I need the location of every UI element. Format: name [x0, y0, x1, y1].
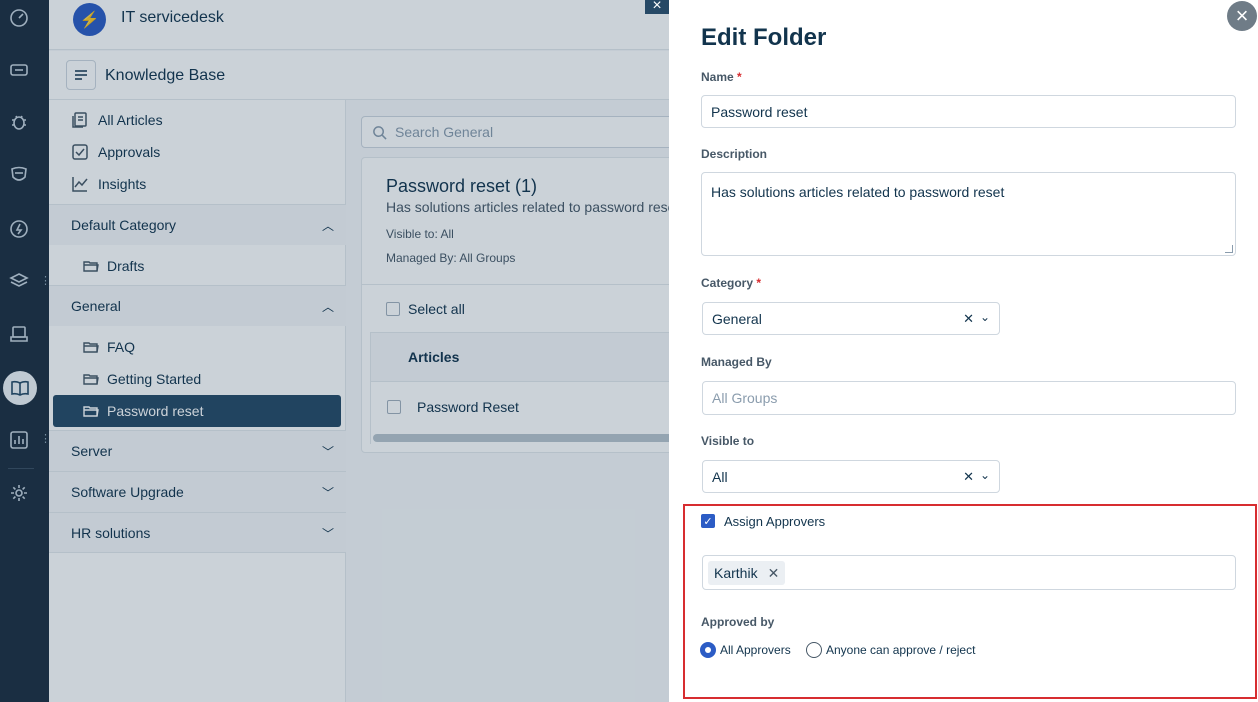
approvers-field[interactable]: Karthik ✕ — [702, 555, 1236, 590]
chevron-down-icon[interactable]: ⌄ — [980, 310, 990, 324]
category-select[interactable]: General ✕ ⌄ — [702, 302, 1000, 335]
managed-by-placeholder: All Groups — [712, 390, 778, 406]
name-value: Password reset — [711, 103, 808, 120]
modal-backdrop[interactable] — [0, 0, 669, 702]
category-label: Category * — [701, 276, 762, 290]
assign-approvers-checkbox[interactable]: ✓ — [701, 514, 715, 528]
category-value: General — [712, 310, 762, 327]
approved-by-label: Approved by — [701, 615, 775, 629]
managed-by-label: Managed By — [701, 355, 772, 369]
name-label: Name * — [701, 70, 742, 84]
name-field[interactable]: Password reset — [701, 95, 1236, 128]
managed-by-field[interactable]: All Groups — [702, 381, 1236, 415]
radio-anyone-can-approve[interactable] — [806, 642, 822, 658]
modal-title: Edit Folder — [701, 24, 827, 51]
close-icon[interactable]: × — [1227, 1, 1257, 31]
description-field[interactable]: Has solutions articles related to passwo… — [701, 172, 1236, 256]
clear-icon[interactable]: ✕ — [963, 469, 974, 485]
radio-all-approvers[interactable] — [700, 642, 716, 658]
radio-all-approvers-label[interactable]: All Approvers — [720, 643, 791, 657]
assign-approvers-highlight — [683, 504, 1257, 699]
assign-approvers-label[interactable]: Assign Approvers — [724, 514, 825, 529]
chevron-down-icon[interactable]: ⌄ — [980, 468, 990, 482]
radio-anyone-can-approve-label[interactable]: Anyone can approve / reject — [826, 643, 975, 657]
visible-to-label: Visible to — [701, 434, 755, 448]
visible-to-select[interactable]: All ✕ ⌄ — [702, 460, 1000, 493]
description-value: Has solutions articles related to passwo… — [711, 184, 1005, 200]
description-label: Description — [701, 147, 768, 161]
approver-tag: Karthik ✕ — [708, 561, 786, 585]
edit-folder-panel: Edit Folder × Name * Password reset Desc… — [669, 0, 1258, 702]
resize-handle-icon[interactable] — [1225, 245, 1233, 253]
remove-tag-icon[interactable]: ✕ — [768, 565, 780, 582]
approver-name: Karthik — [714, 565, 758, 581]
clear-icon[interactable]: ✕ — [963, 311, 974, 327]
close-panel-icon[interactable]: × — [645, 0, 669, 14]
visible-to-value: All — [712, 468, 728, 485]
